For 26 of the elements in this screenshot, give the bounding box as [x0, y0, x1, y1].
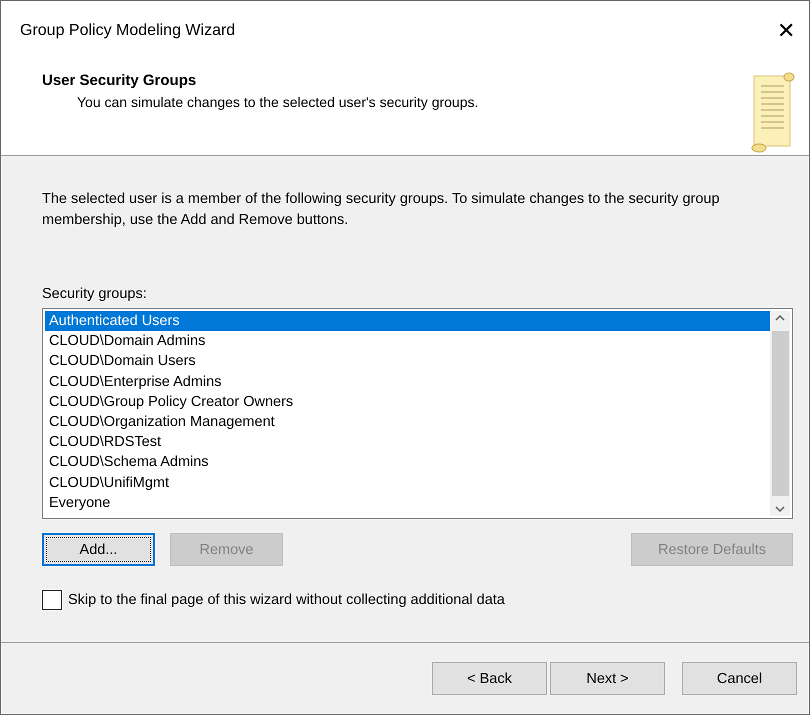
list-item[interactable]: CLOUD\Domain Admins	[45, 331, 770, 352]
back-button[interactable]: < Back	[432, 662, 547, 695]
list-item[interactable]: CLOUD\Schema Admins	[45, 452, 770, 472]
list-label: Security groups:	[42, 286, 147, 302]
scroll-icon	[751, 72, 795, 154]
list-item[interactable]: CLOUD\Organization Management	[45, 412, 770, 432]
scrollbar[interactable]	[770, 311, 790, 516]
skip-checkbox[interactable]	[42, 590, 62, 610]
add-button[interactable]: Add...	[42, 533, 155, 566]
close-button[interactable]: ✕	[771, 18, 801, 44]
security-groups-list[interactable]	[42, 308, 793, 519]
list-item[interactable]: Authenticated Users	[45, 311, 770, 332]
scroll-thumb[interactable]	[772, 331, 788, 496]
next-button[interactable]: Next >	[550, 662, 665, 695]
cancel-button[interactable]: Cancel	[682, 662, 797, 695]
list-item[interactable]: CLOUD\Group Policy Creator Owners	[45, 392, 770, 412]
page-title: User Security Groups	[42, 72, 198, 89]
list-item[interactable]: CLOUD\UnifiMgmt	[45, 472, 770, 493]
list-item[interactable]: CLOUD\Enterprise Admins	[45, 372, 770, 392]
list-item[interactable]: Everyone	[45, 492, 770, 513]
list-item[interactable]: CLOUD\RDSTest	[45, 432, 770, 452]
instructions-text: The selected user is a member of the following security groups. To simulate changes to the security group membership, use the Add and Remove buttons.	[42, 190, 721, 230]
page-subtitle: You can simulate changes to the selected user's security groups.	[76, 94, 478, 110]
skip-option-label: Skip to the final page of this wizard without collecting additional data	[68, 592, 505, 608]
list-item[interactable]: CLOUD\Domain Users	[45, 351, 770, 372]
window-title: Group Policy Modeling Wizard	[20, 22, 236, 40]
